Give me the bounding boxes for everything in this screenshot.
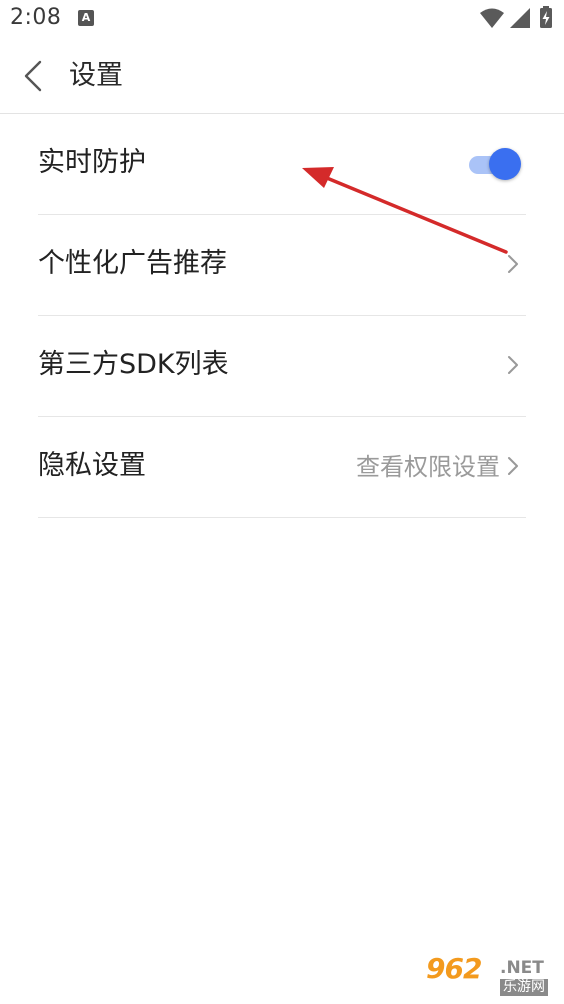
status-time: 2:08 bbox=[10, 5, 62, 30]
chevron-right-icon bbox=[508, 255, 518, 273]
chevron-right-icon bbox=[508, 457, 518, 475]
chevron-right-icon bbox=[508, 356, 518, 374]
status-bar: 2:08 A bbox=[0, 0, 564, 38]
third-party-sdk-label: 第三方SDK列表 bbox=[38, 349, 229, 380]
back-button[interactable] bbox=[14, 58, 54, 94]
site-watermark-logo: 962 .NET 乐游网 bbox=[424, 952, 558, 998]
watermark-site-name: 乐游网 bbox=[500, 979, 548, 996]
watermark-number: 962 bbox=[426, 952, 482, 985]
page-title: 设置 bbox=[69, 60, 123, 91]
settings-list: 实时防护 个性化广告推荐 第三方SDK列表 隐私设置 查看权限设置 bbox=[38, 114, 526, 518]
watermark-net: .NET bbox=[500, 958, 544, 978]
personalized-ads-label: 个性化广告推荐 bbox=[38, 248, 227, 279]
settings-row-personalized-ads[interactable]: 个性化广告推荐 bbox=[38, 215, 526, 316]
realtime-protection-label: 实时防护 bbox=[38, 147, 146, 178]
signal-icon bbox=[510, 8, 530, 28]
battery-charging-icon bbox=[540, 6, 552, 28]
status-icons bbox=[478, 6, 556, 30]
wifi-icon bbox=[480, 8, 504, 28]
realtime-protection-toggle[interactable] bbox=[469, 147, 521, 181]
settings-row-realtime-protection[interactable]: 实时防护 bbox=[38, 114, 526, 215]
chevron-left-icon bbox=[24, 60, 42, 92]
settings-row-third-party-sdk[interactable]: 第三方SDK列表 bbox=[38, 316, 526, 417]
privacy-settings-label: 隐私设置 bbox=[38, 450, 146, 481]
settings-row-privacy[interactable]: 隐私设置 查看权限设置 bbox=[38, 417, 526, 518]
view-permissions-value: 查看权限设置 bbox=[356, 453, 500, 481]
toggle-thumb bbox=[489, 148, 521, 180]
app-header: 设置 bbox=[0, 38, 564, 114]
notification-icon: A bbox=[78, 10, 94, 26]
